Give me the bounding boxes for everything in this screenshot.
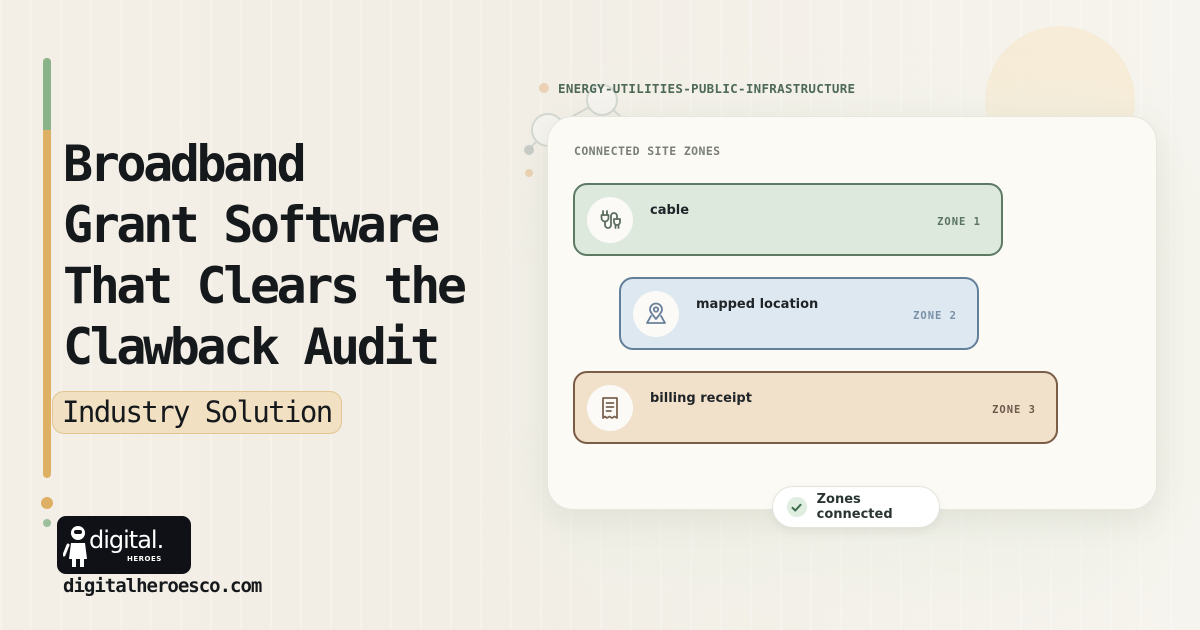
accent-bar (43, 58, 51, 478)
zone-icon-wrap (587, 197, 633, 243)
zone-icon-wrap (633, 291, 679, 337)
site-url[interactable]: digitalheroesco.com (63, 575, 262, 597)
zones-connected-badge: Zones connected (772, 486, 940, 528)
zone-row-cable[interactable]: cable ZONE 1 (573, 183, 1003, 256)
plug-icon (600, 210, 621, 229)
zone-tag: ZONE 3 (992, 404, 1036, 416)
receipt-icon (602, 397, 618, 419)
zone-name: cable (650, 203, 690, 218)
zone-name: mapped location (696, 297, 819, 312)
industry-label: ENERGY-UTILITIES-PUBLIC-INFRASTRUCTURE (558, 81, 856, 96)
headline: Broadband Grant Software That Clears the… (63, 134, 503, 378)
zone-tag: ZONE 1 (937, 216, 981, 228)
site-zones-card: CONNECTED SITE ZONES cable ZONE 1 mapped… (547, 116, 1157, 510)
decorative-dot (41, 497, 53, 509)
card-title: CONNECTED SITE ZONES (574, 144, 721, 158)
headline-line: That Clears the (63, 257, 467, 315)
category-pill: Industry Solution (52, 391, 342, 434)
check-icon (787, 497, 807, 517)
zone-tag: ZONE 2 (913, 310, 957, 322)
status-text: Zones connected (816, 492, 893, 522)
zone-icon-wrap (587, 385, 633, 431)
logo-sub: HEROES (127, 555, 162, 563)
zone-row-mapped-location[interactable]: mapped location ZONE 2 (619, 277, 979, 350)
headline-line: Clawback Audit (63, 318, 440, 376)
map-pin-icon (646, 302, 666, 324)
headline-line: Grant Software (63, 196, 440, 254)
zone-row-billing-receipt[interactable]: billing receipt ZONE 3 (573, 371, 1058, 444)
brand-logo[interactable]: digital. HEROES (57, 516, 191, 574)
logo-word: digital. (89, 526, 164, 554)
decorative-dot (43, 519, 51, 527)
headline-line: Broadband (63, 135, 307, 193)
zone-name: billing receipt (650, 391, 752, 406)
